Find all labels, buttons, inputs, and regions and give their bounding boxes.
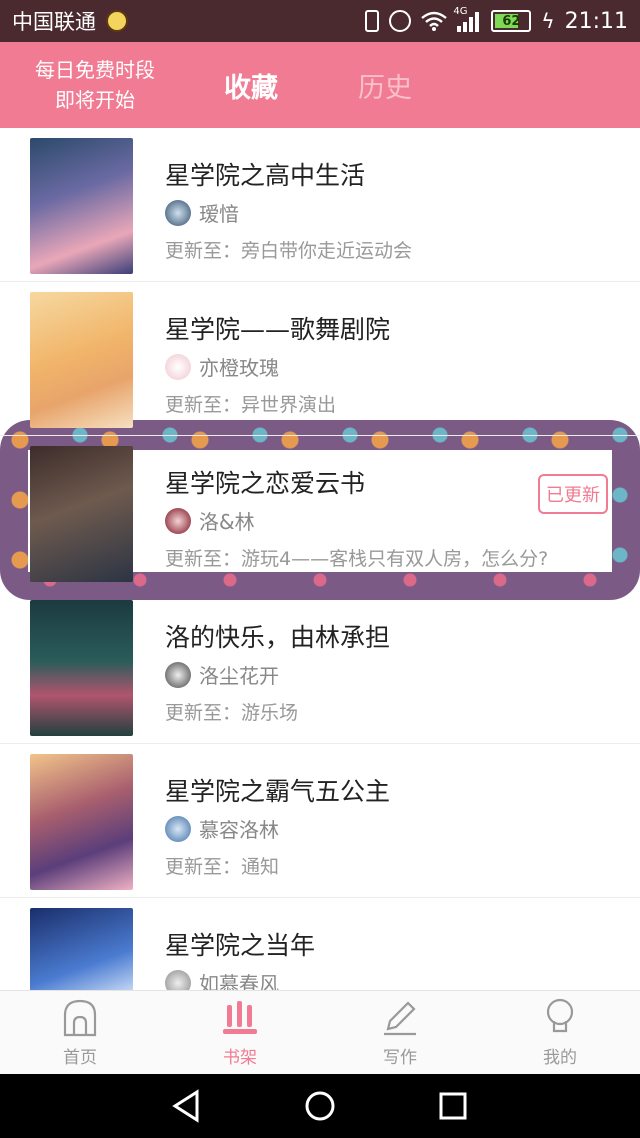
nav-mine[interactable]: 我的 bbox=[480, 991, 640, 1074]
author-name: 如慕春风 bbox=[199, 972, 279, 990]
nav-shelf-label: 书架 bbox=[223, 1048, 257, 1068]
author-name: 洛尘花开 bbox=[199, 664, 279, 688]
status-icons: 4G 62 ϟ 21:11 bbox=[365, 6, 628, 34]
book-title: 星学院之当年 bbox=[165, 931, 316, 960]
book-cover bbox=[30, 292, 133, 428]
list-item[interactable]: 星学院之霸气五公主 慕容洛林 更新至：通知 bbox=[0, 744, 640, 898]
author-row: 瑷愔 bbox=[165, 198, 239, 227]
tab-history[interactable]: 历史 bbox=[318, 66, 452, 105]
author-avatar bbox=[165, 661, 191, 688]
author-avatar bbox=[165, 199, 191, 226]
book-title: 星学院——歌舞剧院 bbox=[165, 315, 391, 344]
author-row: 如慕春风 bbox=[165, 968, 279, 990]
book-cover bbox=[30, 138, 133, 274]
bottom-navigation: 首页 书架 写作 我的 bbox=[0, 990, 640, 1074]
book-title: 星学院之高中生活 bbox=[165, 161, 366, 190]
book-cover bbox=[30, 908, 133, 990]
author-name: 洛&林 bbox=[199, 510, 255, 534]
author-row: 洛尘花开 bbox=[165, 660, 279, 689]
recents-icon[interactable] bbox=[433, 1086, 473, 1126]
wifi-icon bbox=[421, 11, 448, 31]
author-name: 瑷愔 bbox=[199, 202, 239, 226]
author-name: 慕容洛林 bbox=[199, 818, 279, 842]
clock: 21:11 bbox=[564, 8, 628, 34]
list-item[interactable]: 洛的快乐，由林承担 洛尘花开 更新至：游乐场 bbox=[0, 590, 640, 744]
alarm-icon bbox=[389, 10, 412, 32]
carrier-group: 中国联通 bbox=[12, 6, 128, 36]
list-item[interactable]: 星学院——歌舞剧院 亦橙玫瑰 更新至：异世界演出 bbox=[0, 282, 640, 436]
author-row: 洛&林 bbox=[165, 506, 255, 535]
book-cover bbox=[30, 446, 133, 582]
list-item[interactable]: 星学院之当年 如慕春风 bbox=[0, 898, 640, 990]
carrier-name: 中国联通 bbox=[12, 10, 96, 34]
latest-chapter: 更新至：旁白带你走近运动会 bbox=[165, 240, 413, 262]
author-row: 亦橙玫瑰 bbox=[165, 352, 279, 381]
promo-line-1: 每日免费时段 bbox=[35, 58, 155, 82]
charging-icon: ϟ bbox=[541, 9, 555, 33]
nav-shelf[interactable]: 书架 bbox=[160, 991, 320, 1074]
network-type: 4G bbox=[453, 6, 468, 17]
latest-chapter: 更新至：游玩4——客栈只有双人房，怎么分? bbox=[165, 548, 549, 570]
author-row: 慕容洛林 bbox=[165, 814, 279, 843]
list-item[interactable]: 星学院之恋爱云书 洛&林 更新至：游玩4——客栈只有双人房，怎么分? 已更新 bbox=[0, 436, 640, 590]
bookshelf-list[interactable]: 星学院之高中生活 瑷愔 更新至：旁白带你走近运动会 星学院——歌舞剧院 亦橙玫瑰… bbox=[0, 128, 640, 990]
bookshelf-icon bbox=[223, 1001, 257, 1034]
tab-favorites[interactable]: 收藏 bbox=[190, 66, 318, 105]
latest-chapter: 更新至：游乐场 bbox=[165, 702, 299, 724]
updated-badge: 已更新 bbox=[538, 474, 608, 514]
system-navigation-bar bbox=[0, 1074, 640, 1138]
author-name: 亦橙玫瑰 bbox=[199, 356, 279, 380]
free-period-banner[interactable]: 每日免费时段 即将开始 bbox=[0, 55, 190, 115]
app-notification-icon bbox=[106, 10, 128, 32]
signal-icon: 4G bbox=[453, 6, 481, 32]
latest-chapter: 更新至：通知 bbox=[165, 856, 280, 878]
back-icon[interactable] bbox=[167, 1086, 207, 1126]
book-cover bbox=[30, 600, 133, 736]
promo-line-2: 即将开始 bbox=[55, 88, 135, 112]
nav-home-label: 首页 bbox=[63, 1048, 97, 1068]
list-item[interactable]: 星学院之高中生活 瑷愔 更新至：旁白带你走近运动会 bbox=[0, 128, 640, 282]
book-title: 星学院之霸气五公主 bbox=[165, 777, 391, 806]
profile-icon bbox=[546, 998, 574, 1033]
battery-level: 62 bbox=[502, 13, 521, 29]
home-button-icon[interactable] bbox=[300, 1086, 340, 1126]
book-cover bbox=[30, 754, 133, 890]
author-avatar bbox=[165, 969, 191, 990]
author-avatar bbox=[165, 353, 191, 380]
pencil-icon bbox=[384, 1001, 416, 1036]
book-title: 星学院之恋爱云书 bbox=[165, 469, 366, 498]
nav-write-label: 写作 bbox=[383, 1048, 417, 1068]
home-icon bbox=[63, 999, 97, 1037]
battery-icon: 62 bbox=[491, 10, 532, 32]
author-avatar bbox=[165, 815, 191, 842]
top-header: 每日免费时段 即将开始 收藏 历史 bbox=[0, 42, 640, 128]
latest-chapter: 更新至：异世界演出 bbox=[165, 394, 337, 416]
nav-home[interactable]: 首页 bbox=[0, 991, 160, 1074]
book-title: 洛的快乐，由林承担 bbox=[165, 623, 391, 652]
author-avatar bbox=[165, 507, 191, 534]
nav-write[interactable]: 写作 bbox=[320, 991, 480, 1074]
status-bar: 中国联通 4G 62 ϟ 21:11 bbox=[0, 0, 640, 42]
vibrate-icon bbox=[365, 10, 380, 32]
nav-mine-label: 我的 bbox=[543, 1048, 577, 1068]
